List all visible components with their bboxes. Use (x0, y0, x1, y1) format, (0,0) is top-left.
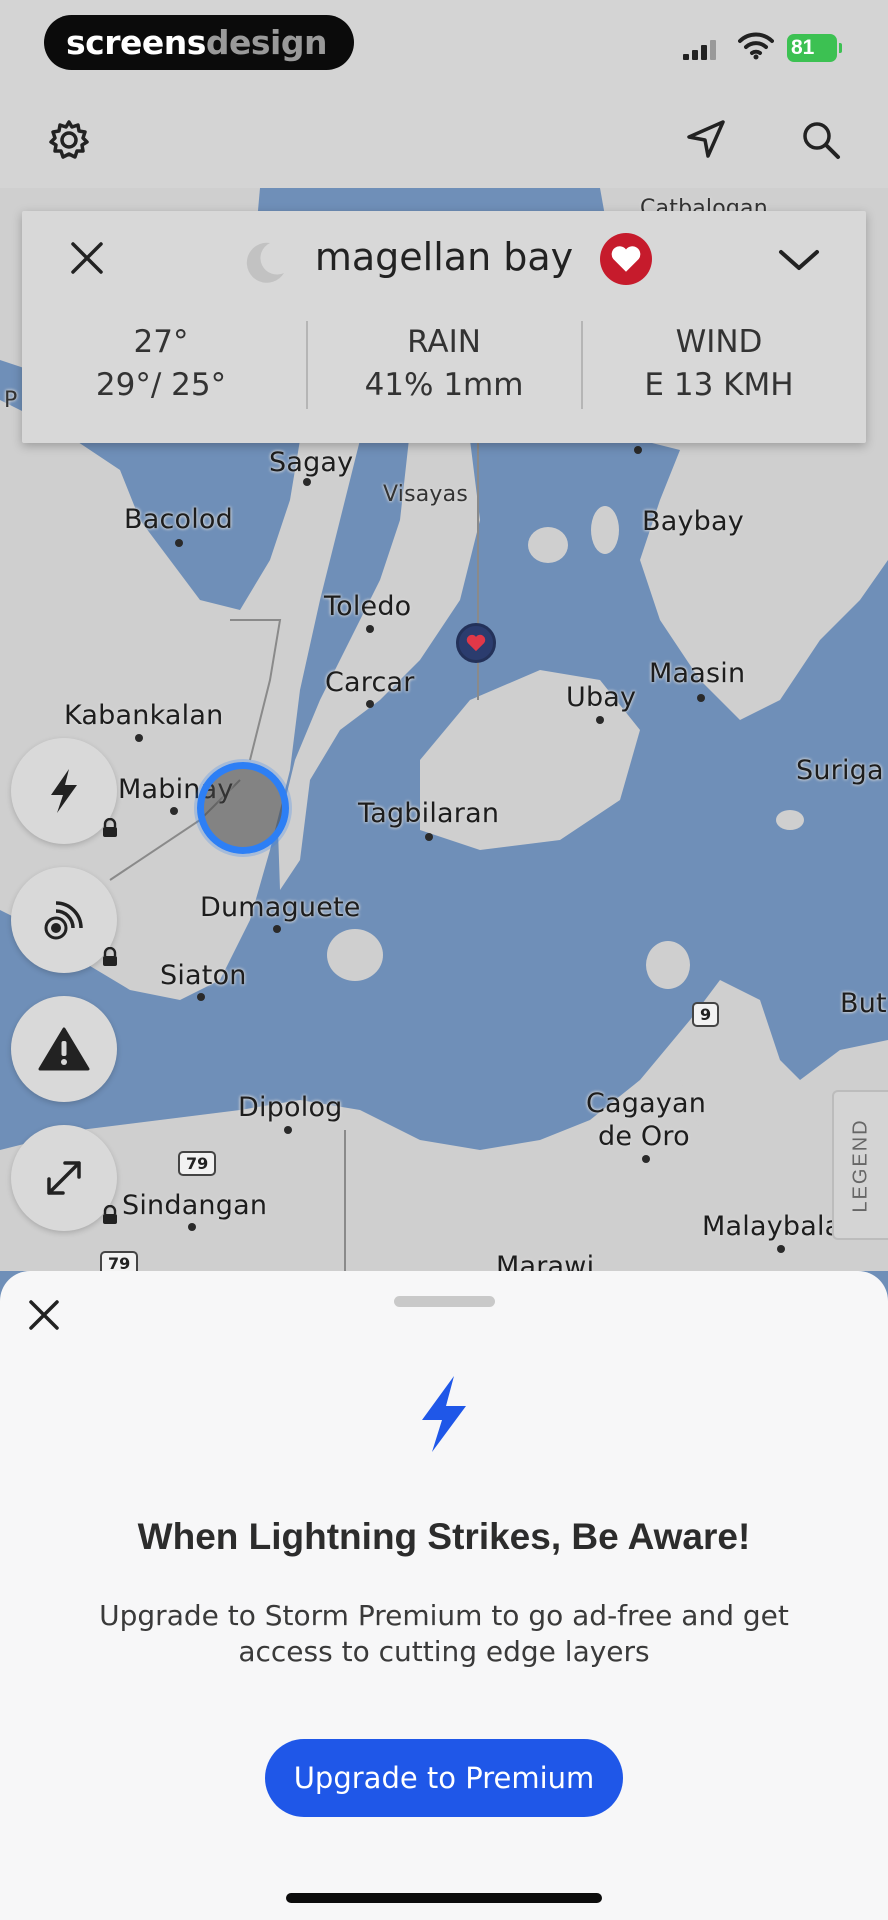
wind-value: E 13 KMH (644, 367, 794, 403)
map-label-siaton: Siaton (160, 960, 247, 991)
settings-button[interactable] (43, 114, 95, 166)
map-label-sagay: Sagay (269, 447, 354, 478)
legend-tab[interactable]: LEGEND (832, 1090, 888, 1240)
map-label-visayas: Visayas (383, 482, 468, 507)
map-label-de-oro: de Oro (598, 1121, 690, 1152)
city-dot (303, 478, 311, 486)
map-label-sindangan: Sindangan (122, 1190, 268, 1221)
heart-icon (611, 246, 641, 272)
wind-column: WIND E 13 KMH (584, 321, 854, 407)
map-label-dipolog: Dipolog (238, 1092, 343, 1123)
top-nav (0, 96, 888, 188)
rain-column: RAIN 41% 1mm (309, 321, 579, 407)
city-dot (170, 807, 178, 815)
city-dot (366, 625, 374, 633)
sheet-drag-handle[interactable] (394, 1296, 495, 1307)
rain-label: RAIN (407, 324, 481, 360)
lightning-icon (422, 1376, 466, 1452)
map-label-bacolod: Bacolod (124, 504, 233, 535)
favorite-button[interactable] (600, 233, 652, 285)
upgrade-bottom-sheet: When Lightning Strikes, Be Aware! Upgrad… (0, 1271, 888, 1920)
temperature-column: 27° 29°/ 25° (26, 321, 296, 407)
map-label-ubay: Ubay (566, 682, 637, 713)
city-dot (634, 446, 642, 454)
heart-icon (466, 634, 486, 652)
location-name: magellan bay (314, 235, 574, 279)
current-temp: 27° (133, 324, 189, 360)
road-shield: 79 (178, 1151, 217, 1176)
city-dot (273, 925, 281, 933)
wifi-icon (738, 32, 774, 60)
search-button[interactable] (795, 114, 847, 166)
map-label-toledo: Toledo (324, 591, 412, 622)
close-icon (29, 1300, 59, 1330)
lightning-icon (51, 769, 77, 813)
divider (306, 321, 308, 409)
battery-indicator: 81 (787, 34, 842, 62)
navigation-arrow-icon (687, 120, 725, 158)
map-label-dumaguete: Dumaguete (200, 892, 361, 923)
gear-icon (49, 120, 89, 159)
city-dot (425, 833, 433, 841)
brand-part2: design (205, 23, 328, 62)
favorite-location-marker[interactable] (456, 623, 496, 663)
search-icon (803, 122, 840, 159)
lock-icon (103, 947, 117, 966)
brand-part1: screens (66, 23, 206, 62)
lock-icon (103, 1205, 117, 1224)
rain-value: 41% 1mm (364, 367, 524, 403)
map-label-malaybalay: Malaybala (702, 1211, 842, 1242)
expand-map-button[interactable] (11, 1125, 117, 1231)
map-label-kabankalan: Kabankalan (64, 700, 224, 731)
map-label-butuan: But (840, 988, 887, 1019)
lock-icon (103, 818, 117, 837)
road-shield: 9 (692, 1002, 720, 1027)
city-dot (175, 539, 183, 547)
location-weather-card[interactable]: magellan bay 27° 29°/ 25° RAIN 41% 1mm W… (22, 211, 866, 443)
battery-level: 81 (791, 36, 815, 59)
upgrade-to-premium-button[interactable]: Upgrade to Premium (265, 1739, 623, 1817)
wind-label: WIND (675, 324, 763, 360)
radar-icon (44, 901, 83, 940)
city-dot (284, 1126, 292, 1134)
alerts-layer-button[interactable] (11, 996, 117, 1102)
map-label-carcar: Carcar (325, 667, 415, 698)
current-location-marker[interactable] (197, 762, 289, 854)
temp-range: 29°/ 25° (95, 367, 227, 403)
map-label-baybay: Baybay (642, 506, 744, 537)
home-indicator[interactable] (286, 1893, 602, 1903)
legend-label: LEGEND (849, 1117, 872, 1213)
city-dot (642, 1155, 650, 1163)
city-dot (188, 1223, 196, 1231)
sheet-title: When Lightning Strikes, Be Aware! (137, 1516, 751, 1557)
map-label-cagayan: Cagayan (586, 1088, 707, 1119)
map-label-p: P (4, 388, 18, 413)
brand-watermark: screensdesign (44, 15, 354, 70)
close-sheet-button[interactable] (20, 1291, 68, 1339)
status-bar: screensdesign 81 (0, 0, 888, 96)
lightning-layer-button[interactable] (11, 738, 117, 844)
map-label-surigao: Suriga (796, 755, 884, 786)
chevron-down-icon (779, 250, 819, 270)
city-dot (777, 1245, 785, 1253)
app-root: Sagay Visayas Bacolod Baybay Toledo Carc… (0, 0, 888, 1920)
divider (581, 321, 583, 409)
city-dot (135, 734, 143, 742)
warning-icon (38, 1027, 90, 1071)
locate-me-button[interactable] (679, 114, 731, 166)
map-label-maasin: Maasin (649, 658, 746, 689)
city-dot (197, 993, 205, 1001)
cellular-signal-icon (683, 40, 716, 60)
city-dot (596, 716, 604, 724)
city-dot (366, 700, 374, 708)
sheet-description: Upgrade to Storm Premium to go ad-free a… (99, 1599, 789, 1668)
expand-card-button[interactable] (774, 235, 824, 285)
expand-icon (47, 1161, 81, 1195)
city-dot (697, 694, 705, 702)
map-label-tagbilaran: Tagbilaran (358, 798, 500, 829)
radar-layer-button[interactable] (11, 867, 117, 973)
